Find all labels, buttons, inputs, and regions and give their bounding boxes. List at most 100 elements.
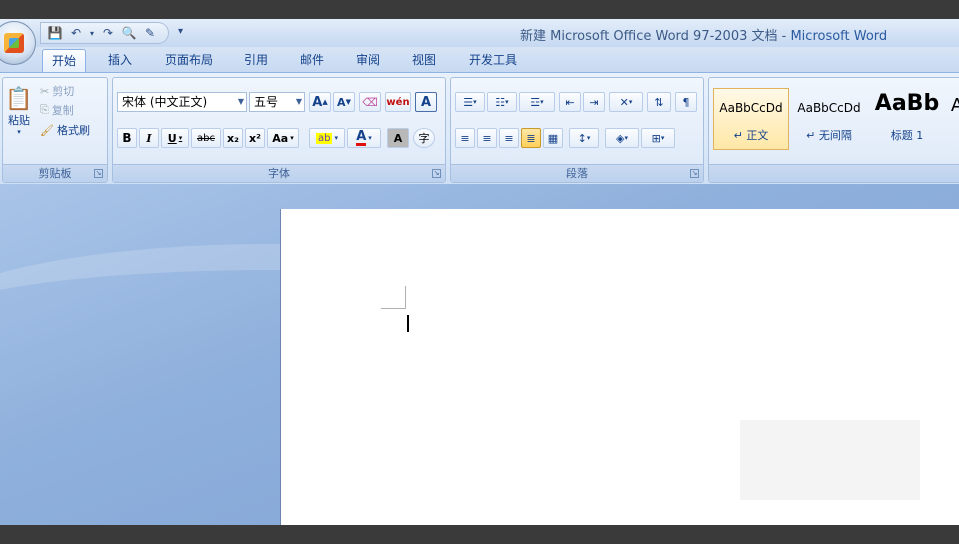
tab-view[interactable]: 视图 [404,49,444,72]
ribbon: 📋 粘贴 ▾ ✂ 剪切 ⎘ 复制 🖌 格式刷 剪贴板 ↘ 宋体 (中文正文) ▼ 五号 ▼… [0,72,959,184]
italic-button[interactable]: I [139,128,159,148]
tab-mailings[interactable]: 邮件 [292,49,332,72]
style-heading-2[interactable]: A [947,88,959,150]
distribute-button[interactable]: ▦ [543,128,563,148]
align-right-icon: ≡ [504,131,514,145]
top-dark-strip [0,0,959,19]
paste-label: 粘贴 [8,113,30,127]
phonetic-guide-button[interactable]: wén [385,92,411,112]
style-normal[interactable]: AaBbCcDd ↵ 正文 [713,88,789,150]
tab-references[interactable]: 引用 [236,49,276,72]
style-no-spacing[interactable]: AaBbCcDd ↵ 无间隔 [791,88,867,150]
document-name: 新建 Microsoft Office Word 97-2003 文档 [520,29,778,44]
chinese-layout-button[interactable]: ✕ ▾ [609,92,643,112]
paragraph-launcher-icon[interactable]: ↘ [690,169,699,178]
shrink-font-label: A [337,95,346,109]
tab-review[interactable]: 审阅 [348,49,388,72]
redo-icon[interactable]: ↷ [99,25,117,41]
align-right-button[interactable]: ≡ [499,128,519,148]
char-border-label: A [420,94,432,110]
phonetic-guide-label: wén [386,96,410,108]
window-title: 新建 Microsoft Office Word 97-2003 文档 - Mi… [520,25,887,44]
numbering-button[interactable]: ☷ ▾ [487,92,517,112]
underline-button[interactable]: U ▾ [161,128,189,148]
grow-font-button[interactable]: A ▲ [309,92,331,112]
italic-label: I [146,131,152,145]
bullet-list-icon: ☰ [463,95,474,109]
highlight-button[interactable]: ab ▾ [309,128,345,148]
multilevel-list-button[interactable]: ☲ ▾ [519,92,555,112]
align-center-button[interactable]: ≡ [477,128,497,148]
chevron-down-icon: ▾ [586,134,591,142]
save-icon[interactable]: 💾 [46,25,64,41]
tab-home[interactable]: 开始 [42,49,86,72]
chevron-down-icon: ▾ [473,98,477,106]
paste-dropdown-icon: ▾ [17,127,21,136]
subscript-label: x₂ [227,131,239,145]
paste-icon: 📋 [5,86,33,112]
format-painter-icon: 🖌 [40,123,54,137]
borders-button[interactable]: ⊞ ▾ [641,128,675,148]
font-color-label: A [356,129,367,146]
enclose-char-label: 字 [418,132,430,145]
strikethrough-button[interactable]: abc [191,128,221,148]
copy-label: 复制 [51,104,74,117]
chevron-down-icon: ▾ [368,134,372,142]
paragraph-group: ☰ ▾ ☷ ▾ ☲ ▾ ⇤ ⇥ ✕ ▾ ⇅ ¶ ≡ ≡ ≡ ≣ ▦ ↕ ▾ ◈ ▾ ⊞ ▾ 段… [450,77,704,183]
tab-insert[interactable]: 插入 [100,49,140,72]
tab-page-layout[interactable]: 页面布局 [156,49,222,72]
bullets-button[interactable]: ☰ ▾ [455,92,485,112]
copy-button[interactable]: ⎘ 复制 [39,101,99,119]
style-name: 标题 1 [890,129,924,142]
cut-label: 剪切 [52,85,75,98]
line-spacing-button[interactable]: ↕ ▾ [569,128,599,148]
bold-button[interactable]: B [117,128,137,148]
paragraph-group-label: 段落 [451,164,703,182]
show-marks-button[interactable]: ¶ [675,92,697,112]
margin-mark-horizontal [381,308,406,309]
edit-icon[interactable]: ✎ [141,25,159,41]
subscript-button[interactable]: x₂ [223,128,243,148]
font-launcher-icon[interactable]: ↘ [432,169,441,178]
style-sample: AaBbCcDd [797,101,861,115]
change-case-button[interactable]: Aa ▾ [267,128,299,148]
sort-button[interactable]: ⇅ [647,92,671,112]
chevron-down-icon: ▾ [624,134,628,142]
style-heading-1[interactable]: AaBb 标题 1 [869,88,945,150]
paragraph-mark-icon: ¶ [682,95,690,109]
align-left-button[interactable]: ≡ [455,128,475,148]
char-shading-button[interactable]: A [387,128,409,148]
underline-label: U [167,131,177,145]
quick-access-toolbar: 💾 ↶ ▾ ↷ 🔍 ✎ [40,22,169,44]
style-sample: AaBbCcDd [719,101,783,115]
clipboard-group-label: 剪贴板 [3,164,107,182]
chevron-down-icon: ▾ [178,134,183,142]
font-size-select[interactable]: 五号 ▼ [249,92,305,112]
increase-indent-button[interactable]: ⇥ [583,92,605,112]
print-preview-icon[interactable]: 🔍 [120,25,138,41]
tab-developer[interactable]: 开发工具 [460,49,526,72]
justify-button[interactable]: ≣ [521,128,541,148]
undo-dropdown-icon[interactable]: ▾ [88,25,96,41]
clipboard-launcher-icon[interactable]: ↘ [94,169,103,178]
shading-button[interactable]: ◈ ▾ [605,128,639,148]
align-left-icon: ≡ [460,131,470,145]
customize-qat-icon[interactable]: ▾ [178,26,183,37]
cut-button[interactable]: ✂ 剪切 [39,82,99,100]
watermark-blur [740,420,920,500]
superscript-button[interactable]: x² [245,128,265,148]
undo-icon[interactable]: ↶ [67,25,85,41]
font-color-button[interactable]: A ▾ [347,128,381,148]
decrease-indent-button[interactable]: ⇤ [559,92,581,112]
paste-button[interactable]: 📋 粘贴 ▾ [5,82,33,140]
clipboard-group: 📋 粘贴 ▾ ✂ 剪切 ⎘ 复制 🖌 格式刷 剪贴板 ↘ [2,77,108,183]
decrease-indent-icon: ⇤ [565,95,575,109]
app-name: Microsoft Word [790,29,888,44]
clear-format-button[interactable]: ⌫ [359,92,381,112]
shrink-font-button[interactable]: A ▼ [333,92,355,112]
format-painter-button[interactable]: 🖌 格式刷 [39,121,105,139]
enclose-char-button[interactable]: 字 [413,128,435,148]
font-name-select[interactable]: 宋体 (中文正文) ▼ [117,92,247,112]
char-border-button[interactable]: A [415,92,437,112]
font-group: 宋体 (中文正文) ▼ 五号 ▼ A ▲ A ▼ ⌫ wén A B I U ▾ abc … [112,77,446,183]
